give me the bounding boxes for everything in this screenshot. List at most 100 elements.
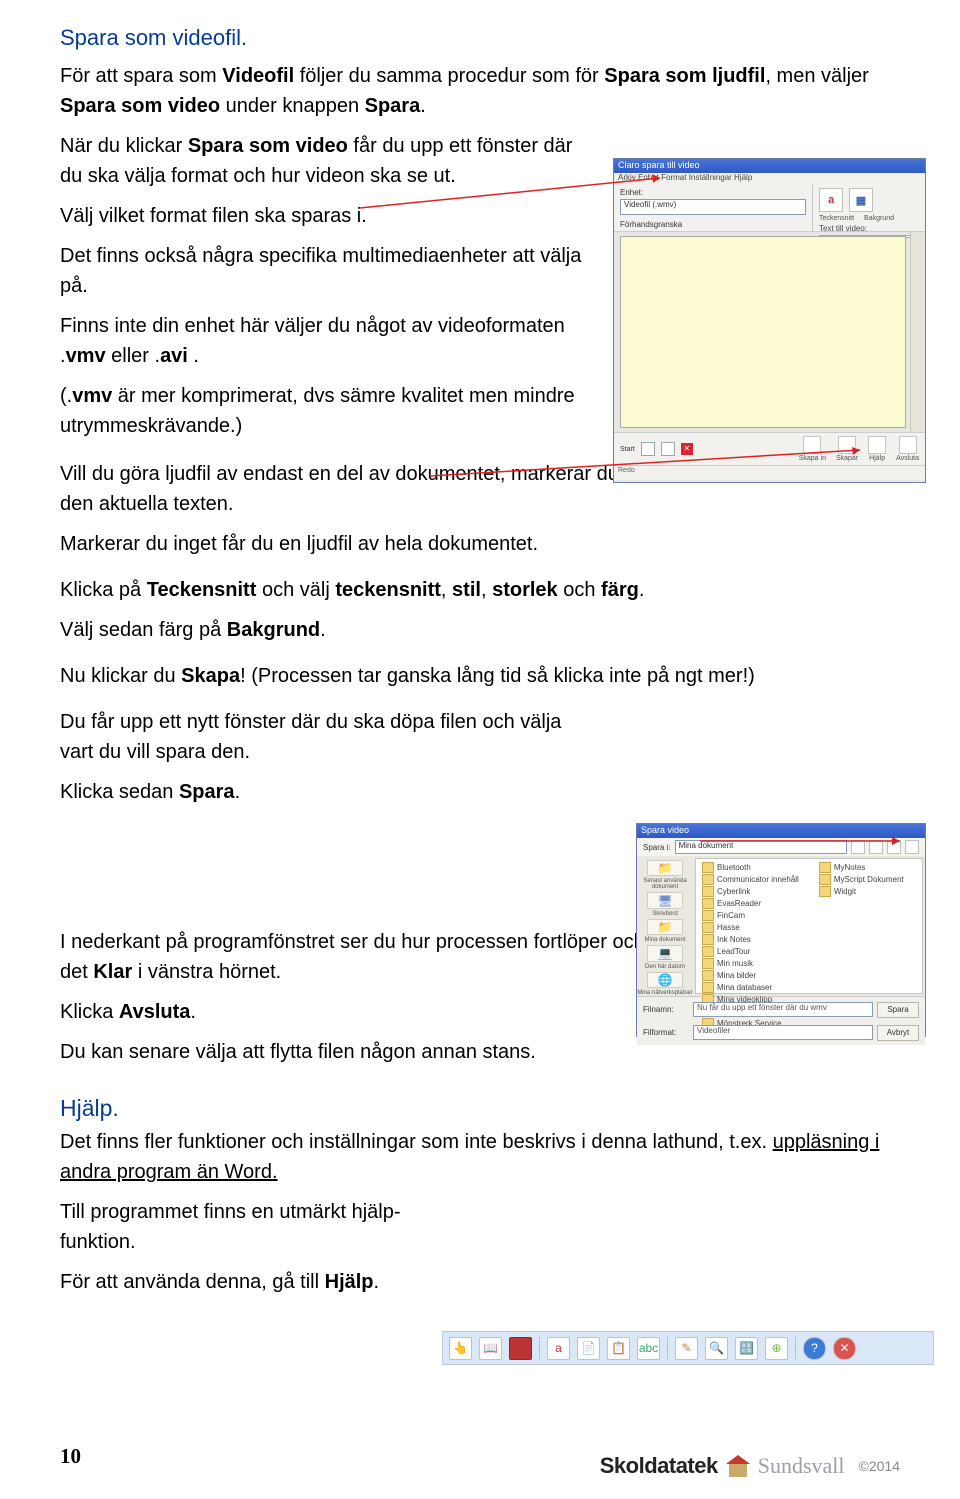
text: . [188, 345, 199, 367]
folder-item[interactable]: Communicator innehåll [702, 874, 799, 885]
paragraph-select-text: Vill du göra ljudfil av endast en del av… [60, 459, 700, 519]
folder-item[interactable]: Mina databaser [702, 982, 799, 993]
text-bold: Avsluta [119, 1001, 191, 1023]
place-recent[interactable]: 📁 [647, 860, 683, 876]
label-filnamn: Filnamn: [643, 1005, 689, 1014]
dropdown-filformat[interactable]: Videofiler [693, 1025, 873, 1040]
text: följer du samma procedur som för [294, 65, 604, 87]
new-folder-icon[interactable] [887, 840, 901, 854]
text: När du klickar [60, 135, 188, 157]
button-avsluta[interactable] [899, 436, 917, 454]
brand-copyright: ©2014 [859, 1458, 900, 1474]
delete-icon[interactable]: ✕ [681, 443, 693, 455]
folder-item[interactable]: Min musik [702, 958, 799, 969]
text-bold: Klar [93, 961, 132, 983]
text-bold: Videofil [222, 65, 294, 87]
color-swatch-1[interactable] [661, 442, 675, 456]
toolbar-icon-2[interactable]: ■ [509, 1337, 532, 1360]
checkbox-start[interactable] [641, 442, 655, 456]
button-bakgrund[interactable]: ▦ [849, 188, 873, 212]
brand-house-icon [726, 1455, 750, 1477]
button-teckensnitt[interactable]: a [819, 188, 843, 212]
toolbar-icon-11[interactable]: ? [803, 1337, 826, 1360]
paragraph-formats: Finns inte din enhet här väljer du något… [60, 311, 590, 371]
dropdown-folder[interactable]: Mina dokument [675, 840, 847, 854]
label-text-till-video: Text till video: [813, 222, 925, 233]
view-icon[interactable] [905, 840, 919, 854]
input-filnamn[interactable]: Nu får du upp ett fönster där du wmv [693, 1002, 873, 1017]
nav-back-icon[interactable] [851, 840, 865, 854]
text: . [320, 619, 326, 641]
folder-item[interactable]: FinCam [702, 910, 799, 921]
paragraph-skapa: Nu klickar du Skapa! (Processen tar gans… [60, 661, 900, 691]
scrollbar-vertical[interactable] [910, 232, 925, 432]
nav-up-icon[interactable] [869, 840, 883, 854]
text-bold: Spara [179, 781, 235, 803]
place-label: Den här datorn [645, 964, 685, 970]
place-computer[interactable]: 💻 [647, 945, 683, 961]
heading-hjalp: Hjälp. [60, 1091, 900, 1126]
text-bold: vmv [66, 345, 106, 367]
text-bold: Bakgrund [227, 619, 320, 641]
text-bold: stil [452, 579, 481, 601]
text-bold: Hjälp [325, 1271, 374, 1293]
label-teckensnitt: Teckensnitt [819, 215, 854, 222]
toolbar-icon-10[interactable]: ⊕ [765, 1337, 788, 1360]
paragraph-save-file: Du får upp ett nytt fönster där du ska d… [60, 707, 580, 767]
window-titlebar: Claro spara till video [614, 159, 925, 173]
folder-item[interactable]: Mina bilder [702, 970, 799, 981]
brand-sundsvall: Sundsvall [758, 1453, 845, 1479]
folder-item[interactable]: EvasReader [702, 898, 799, 909]
text-bold: teckensnitt [335, 579, 441, 601]
paragraph-format: Välj vilket format filen ska sparas i. [60, 201, 590, 231]
toolbar-icon-12[interactable]: ✕ [833, 1337, 856, 1360]
toolbar-icon-8[interactable]: 🔍 [705, 1337, 728, 1360]
window-menubar[interactable]: Arkiv Enhet Format Inställningar Hjälp [614, 173, 925, 185]
text: Klicka på [60, 579, 147, 601]
paragraph-no-select: Markerar du inget får du en ljudfil av h… [60, 529, 900, 559]
text-bold: Spara som ljudfil [604, 65, 765, 87]
folder-item[interactable]: MyScript Dokument [819, 874, 904, 885]
folder-item[interactable]: Bluetooth [702, 862, 799, 873]
place-desktop[interactable]: 🖥 [647, 892, 683, 908]
toolbar-icon-5[interactable]: 📋 [607, 1337, 630, 1360]
text-bold: Spara [365, 95, 421, 117]
toolbar-icon-3[interactable]: a [547, 1337, 570, 1360]
paragraph-multimedia: Det finns också några specifika multimed… [60, 241, 590, 301]
place-network[interactable]: 🌐 [647, 972, 683, 988]
brand-skoldatatek: Skoldatatek [600, 1453, 718, 1479]
button-avbryt[interactable]: Avbryt [877, 1025, 919, 1041]
dropdown-enhet[interactable]: Videofil (.wmv) [620, 199, 806, 215]
text-bold: Spara som video [188, 135, 348, 157]
text: . [235, 781, 241, 803]
toolbar-icon-1[interactable]: 📖 [479, 1337, 502, 1360]
text: under knappen [220, 95, 365, 117]
label-bakgrund: Bakgrund [864, 215, 894, 222]
label-forhands: Förhandsgranska [620, 220, 806, 229]
page-number: 10 [60, 1444, 81, 1469]
places-bar: 📁 Senast använda dokument 🖥 Skrivbord 📁 … [637, 856, 693, 996]
button-skapar[interactable] [838, 436, 856, 454]
toolbar-icon-9[interactable]: 🔠 [735, 1337, 758, 1360]
text: Klicka sedan [60, 781, 179, 803]
text: , men väljer [765, 65, 868, 87]
toolbar-icon-6[interactable]: abc [637, 1337, 660, 1360]
paragraph-intro: För att spara som Videofil följer du sam… [60, 61, 900, 121]
button-spara[interactable]: Spara [877, 1002, 919, 1018]
toolbar-icon-7[interactable]: ✎ [675, 1337, 698, 1360]
folder-item[interactable]: Widgit [819, 886, 904, 897]
folder-item[interactable]: Cyberlink [702, 886, 799, 897]
folder-item[interactable]: Hasse [702, 922, 799, 933]
folder-item[interactable]: MyNotes [819, 862, 904, 873]
paragraph-window: När du klickar Spara som video får du up… [60, 131, 590, 191]
place-docs[interactable]: 📁 [647, 919, 683, 935]
place-label: Mina dokument [644, 937, 685, 943]
toolbar-icon-0[interactable]: 👆 [449, 1337, 472, 1360]
button-skapa-in[interactable] [803, 436, 821, 454]
folder-item[interactable]: Ink Notes [702, 934, 799, 945]
toolbar-icon-4[interactable]: 📄 [577, 1337, 600, 1360]
file-list[interactable]: BluetoothCommunicator innehållCyberlinkE… [695, 858, 923, 994]
text: Det finns fler funktioner och inställnin… [60, 1131, 773, 1153]
folder-item[interactable]: LeadTour [702, 946, 799, 957]
button-hjalp[interactable] [868, 436, 886, 454]
